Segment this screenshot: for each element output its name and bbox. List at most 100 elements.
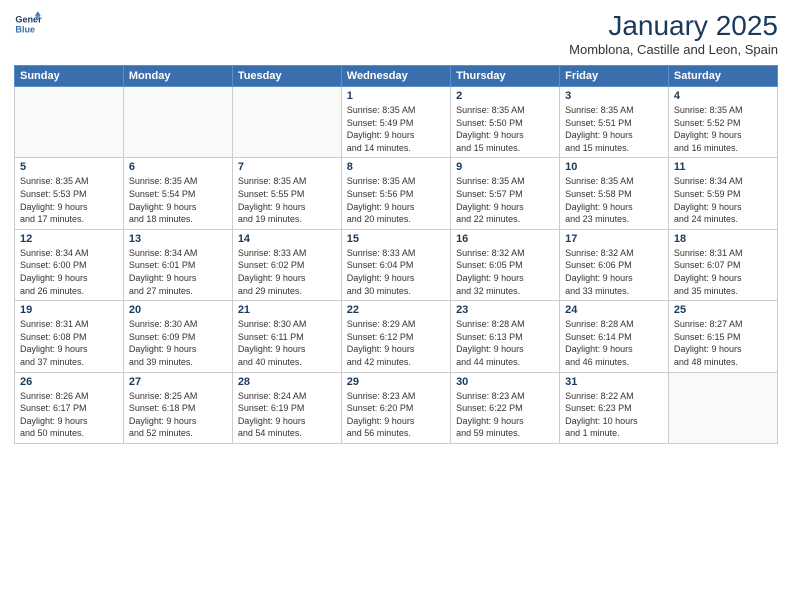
day-number: 4 bbox=[674, 90, 772, 102]
day-number: 19 bbox=[20, 304, 118, 316]
day-info: Sunrise: 8:34 AM Sunset: 5:59 PM Dayligh… bbox=[674, 175, 772, 225]
main-title: January 2025 bbox=[569, 10, 778, 42]
day-number: 21 bbox=[238, 304, 336, 316]
day-info: Sunrise: 8:35 AM Sunset: 5:52 PM Dayligh… bbox=[674, 104, 772, 154]
day-number: 3 bbox=[565, 90, 663, 102]
calendar-cell bbox=[15, 87, 124, 158]
day-number: 28 bbox=[238, 376, 336, 388]
day-number: 8 bbox=[347, 161, 445, 173]
day-number: 27 bbox=[129, 376, 227, 388]
day-info: Sunrise: 8:23 AM Sunset: 6:22 PM Dayligh… bbox=[456, 390, 554, 440]
calendar-cell: 21 Sunrise: 8:30 AM Sunset: 6:11 PM Dayli… bbox=[232, 301, 341, 372]
calendar-cell: 8 Sunrise: 8:35 AM Sunset: 5:56 PM Daylig… bbox=[341, 158, 450, 229]
calendar-cell bbox=[668, 372, 777, 443]
day-info: Sunrise: 8:28 AM Sunset: 6:14 PM Dayligh… bbox=[565, 318, 663, 368]
calendar-cell: 16Sunrise: 8:32 AM Sunset: 6:05 PM Dayli… bbox=[451, 229, 560, 300]
day-info: Sunrise: 8:35 AM Sunset: 5:51 PM Dayligh… bbox=[565, 104, 663, 154]
day-info: Sunrise: 8:35 AM Sunset: 5:55 PM Dayligh… bbox=[238, 175, 336, 225]
day-info: Sunrise: 8:35 AM Sunset: 5:53 PM Dayligh… bbox=[20, 175, 118, 225]
calendar-cell: 2Sunrise: 8:35 AM Sunset: 5:50 PM Daylig… bbox=[451, 87, 560, 158]
calendar-cell bbox=[232, 87, 341, 158]
calendar-cell: 6Sunrise: 8:35 AM Sunset: 5:54 PM Daylig… bbox=[123, 158, 232, 229]
day-info: Sunrise: 8:26 AM Sunset: 6:17 PM Dayligh… bbox=[20, 390, 118, 440]
calendar-cell: 20 Sunrise: 8:30 AM Sunset: 6:09 PM Dayli… bbox=[123, 301, 232, 372]
day-info: Sunrise: 8:33 AM Sunset: 6:04 PM Dayligh… bbox=[347, 247, 445, 297]
day-info: Sunrise: 8:23 AM Sunset: 6:20 PM Dayligh… bbox=[347, 390, 445, 440]
weekday-header-monday: Monday bbox=[123, 66, 232, 87]
calendar-cell: 25 Sunrise: 8:27 AM Sunset: 6:15 PM Dayli… bbox=[668, 301, 777, 372]
day-number: 25 bbox=[674, 304, 772, 316]
day-number: 15 bbox=[347, 233, 445, 245]
day-number: 22 bbox=[347, 304, 445, 316]
calendar-cell: 28 Sunrise: 8:24 AM Sunset: 6:19 PM Dayli… bbox=[232, 372, 341, 443]
day-number: 26 bbox=[20, 376, 118, 388]
day-number: 12 bbox=[20, 233, 118, 245]
day-info: Sunrise: 8:24 AM Sunset: 6:19 PM Dayligh… bbox=[238, 390, 336, 440]
weekday-header-row: SundayMondayTuesdayWednesdayThursdayFrid… bbox=[15, 66, 778, 87]
day-number: 14 bbox=[238, 233, 336, 245]
day-info: Sunrise: 8:32 AM Sunset: 6:06 PM Dayligh… bbox=[565, 247, 663, 297]
calendar-cell: 27 Sunrise: 8:25 AM Sunset: 6:18 PM Dayli… bbox=[123, 372, 232, 443]
calendar-cell: 15 Sunrise: 8:33 AM Sunset: 6:04 PM Dayli… bbox=[341, 229, 450, 300]
calendar-cell: 3 Sunrise: 8:35 AM Sunset: 5:51 PM Daylig… bbox=[560, 87, 669, 158]
title-block: January 2025 Momblona, Castille and Leon… bbox=[569, 10, 778, 57]
calendar-cell bbox=[123, 87, 232, 158]
day-info: Sunrise: 8:30 AM Sunset: 6:11 PM Dayligh… bbox=[238, 318, 336, 368]
day-info: Sunrise: 8:35 AM Sunset: 5:56 PM Dayligh… bbox=[347, 175, 445, 225]
day-info: Sunrise: 8:34 AM Sunset: 6:00 PM Dayligh… bbox=[20, 247, 118, 297]
calendar-cell: 26 Sunrise: 8:26 AM Sunset: 6:17 PM Dayli… bbox=[15, 372, 124, 443]
day-info: Sunrise: 8:25 AM Sunset: 6:18 PM Dayligh… bbox=[129, 390, 227, 440]
calendar-cell: 29 Sunrise: 8:23 AM Sunset: 6:20 PM Dayli… bbox=[341, 372, 450, 443]
day-number: 18 bbox=[674, 233, 772, 245]
day-info: Sunrise: 8:31 AM Sunset: 6:08 PM Dayligh… bbox=[20, 318, 118, 368]
day-number: 1 bbox=[347, 90, 445, 102]
day-info: Sunrise: 8:33 AM Sunset: 6:02 PM Dayligh… bbox=[238, 247, 336, 297]
calendar-cell: 24Sunrise: 8:28 AM Sunset: 6:14 PM Dayli… bbox=[560, 301, 669, 372]
calendar-cell: 10 Sunrise: 8:35 AM Sunset: 5:58 PM Dayli… bbox=[560, 158, 669, 229]
weekday-header-sunday: Sunday bbox=[15, 66, 124, 87]
calendar-cell: 23 Sunrise: 8:28 AM Sunset: 6:13 PM Dayli… bbox=[451, 301, 560, 372]
calendar-week-0: 1 Sunrise: 8:35 AM Sunset: 5:49 PM Daylig… bbox=[15, 87, 778, 158]
day-number: 11 bbox=[674, 161, 772, 173]
calendar-week-3: 19 Sunrise: 8:31 AM Sunset: 6:08 PM Dayli… bbox=[15, 301, 778, 372]
day-number: 29 bbox=[347, 376, 445, 388]
weekday-header-tuesday: Tuesday bbox=[232, 66, 341, 87]
header: General Blue January 2025 Momblona, Cast… bbox=[14, 10, 778, 57]
calendar-cell: 4 Sunrise: 8:35 AM Sunset: 5:52 PM Daylig… bbox=[668, 87, 777, 158]
calendar-cell: 12 Sunrise: 8:34 AM Sunset: 6:00 PM Dayli… bbox=[15, 229, 124, 300]
calendar-cell: 31 Sunrise: 8:22 AM Sunset: 6:23 PM Dayli… bbox=[560, 372, 669, 443]
day-info: Sunrise: 8:34 AM Sunset: 6:01 PM Dayligh… bbox=[129, 247, 227, 297]
day-number: 20 bbox=[129, 304, 227, 316]
day-info: Sunrise: 8:35 AM Sunset: 5:49 PM Dayligh… bbox=[347, 104, 445, 154]
calendar-cell: 13Sunrise: 8:34 AM Sunset: 6:01 PM Dayli… bbox=[123, 229, 232, 300]
logo-icon: General Blue bbox=[14, 10, 42, 38]
day-number: 23 bbox=[456, 304, 554, 316]
day-number: 5 bbox=[20, 161, 118, 173]
subtitle: Momblona, Castille and Leon, Spain bbox=[569, 42, 778, 57]
day-number: 30 bbox=[456, 376, 554, 388]
calendar-cell: 7Sunrise: 8:35 AM Sunset: 5:55 PM Daylig… bbox=[232, 158, 341, 229]
day-info: Sunrise: 8:28 AM Sunset: 6:13 PM Dayligh… bbox=[456, 318, 554, 368]
day-number: 16 bbox=[456, 233, 554, 245]
calendar-cell: 9Sunrise: 8:35 AM Sunset: 5:57 PM Daylig… bbox=[451, 158, 560, 229]
calendar-week-1: 5 Sunrise: 8:35 AM Sunset: 5:53 PM Daylig… bbox=[15, 158, 778, 229]
day-info: Sunrise: 8:27 AM Sunset: 6:15 PM Dayligh… bbox=[674, 318, 772, 368]
day-number: 9 bbox=[456, 161, 554, 173]
day-info: Sunrise: 8:30 AM Sunset: 6:09 PM Dayligh… bbox=[129, 318, 227, 368]
svg-text:Blue: Blue bbox=[15, 24, 35, 34]
calendar-cell: 14 Sunrise: 8:33 AM Sunset: 6:02 PM Dayli… bbox=[232, 229, 341, 300]
page: General Blue January 2025 Momblona, Cast… bbox=[0, 0, 792, 612]
day-number: 6 bbox=[129, 161, 227, 173]
calendar-cell: 18Sunrise: 8:31 AM Sunset: 6:07 PM Dayli… bbox=[668, 229, 777, 300]
day-number: 31 bbox=[565, 376, 663, 388]
weekday-header-thursday: Thursday bbox=[451, 66, 560, 87]
day-info: Sunrise: 8:22 AM Sunset: 6:23 PM Dayligh… bbox=[565, 390, 663, 440]
day-info: Sunrise: 8:35 AM Sunset: 5:58 PM Dayligh… bbox=[565, 175, 663, 225]
weekday-header-saturday: Saturday bbox=[668, 66, 777, 87]
day-info: Sunrise: 8:29 AM Sunset: 6:12 PM Dayligh… bbox=[347, 318, 445, 368]
weekday-header-friday: Friday bbox=[560, 66, 669, 87]
calendar-cell: 11 Sunrise: 8:34 AM Sunset: 5:59 PM Dayli… bbox=[668, 158, 777, 229]
calendar-cell: 1 Sunrise: 8:35 AM Sunset: 5:49 PM Daylig… bbox=[341, 87, 450, 158]
calendar-cell: 17Sunrise: 8:32 AM Sunset: 6:06 PM Dayli… bbox=[560, 229, 669, 300]
day-number: 10 bbox=[565, 161, 663, 173]
